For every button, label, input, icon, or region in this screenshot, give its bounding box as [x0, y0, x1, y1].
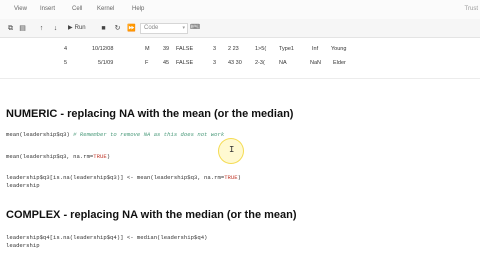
copy-icon[interactable]: ⧉ — [5, 23, 16, 34]
arrow-down-icon[interactable]: ↓ — [50, 23, 61, 34]
numeric-heading: NUMERIC - replacing NA with the mean (or… — [6, 108, 294, 120]
trusted-indicator[interactable]: Trust — [465, 6, 478, 12]
menu-view[interactable]: View — [14, 6, 27, 12]
table-cell: 43 30 — [228, 60, 242, 66]
table-cell: FALSE — [176, 46, 194, 52]
code-text: ) — [106, 153, 111, 160]
menu-help[interactable]: Help — [132, 6, 144, 12]
code-cell-replace-median[interactable]: leadership$q4[is.na(leadership$q4)] <- m… — [6, 234, 207, 241]
table-cell: 2 23 — [228, 46, 239, 52]
table-cell: FALSE — [176, 60, 194, 66]
code-cell-mean[interactable]: mean(leadership$q3) # Remember to remove… — [6, 131, 224, 138]
text-cursor-icon: I — [229, 145, 235, 155]
code-line[interactable]: leadership — [6, 242, 40, 249]
code-comment: # Remember to remove NA as this does not… — [69, 131, 225, 138]
cell-divider — [0, 78, 480, 79]
table-cell: Elder — [333, 60, 346, 66]
table-cell: 5/1/09 — [98, 60, 114, 66]
code-text: ) — [237, 174, 241, 181]
restart-icon[interactable]: ↻ — [112, 23, 123, 34]
table-row: 5 5/1/09 F 45 FALSE 3 43 30 2-3( NA NaN … — [0, 56, 480, 70]
table-cell: M — [145, 46, 150, 52]
command-palette-icon[interactable]: ⌨ — [190, 22, 200, 34]
run-button[interactable]: ▶ Run — [68, 23, 86, 34]
chevron-down-icon: ▾ — [182, 25, 185, 31]
cell-type-select[interactable]: Code ▾ — [140, 23, 188, 34]
play-icon: ▶ — [68, 25, 73, 31]
code-literal: TRUE — [93, 153, 107, 160]
fast-forward-icon[interactable]: ⏩ — [126, 23, 137, 34]
table-cell: 5 — [64, 60, 68, 66]
table-cell: 4 — [64, 46, 68, 52]
menu-insert[interactable]: Insert — [40, 6, 55, 12]
arrow-up-icon[interactable]: ↑ — [36, 23, 47, 34]
code-text: leadership$q3[is.na(leadership$q3)] <- m… — [6, 174, 225, 181]
table-cell: Inf — [312, 46, 319, 52]
table-cell: 3 — [213, 60, 217, 66]
code-literal: TRUE — [224, 174, 238, 181]
table-cell: F — [145, 60, 149, 66]
run-label: Run — [74, 25, 86, 31]
stop-icon[interactable]: ■ — [98, 23, 109, 34]
table-cell: NaN — [310, 60, 322, 66]
table-cell: 3 — [213, 46, 217, 52]
table-cell: 1>5( — [255, 46, 267, 52]
table-cell: NA — [279, 60, 287, 66]
menu-bar: View Insert Cell Kernel Help Trust — [0, 0, 480, 19]
menu-cell[interactable]: Cell — [72, 6, 82, 12]
code-line[interactable]: leadership — [6, 182, 40, 189]
table-cell: Young — [331, 46, 347, 52]
table-row: 4 10/12/08 M 39 FALSE 3 2 23 1>5( Type1 … — [0, 42, 480, 56]
code-cell-mean-narm[interactable]: mean(leadership$q3, na.rm=TRUE) — [6, 153, 110, 160]
code-text: mean(leadership$q3, na.rm= — [6, 153, 94, 160]
table-cell: 45 — [163, 60, 170, 66]
table-cell: Type1 — [279, 46, 294, 52]
cell-type-value: Code — [144, 25, 159, 31]
toolbar: ⧉ ▤ ↑ ↓ ▶ Run ■ ↻ ⏩ Code ▾ ⌨ — [0, 19, 480, 38]
complex-heading: COMPLEX - replacing NA with the median (… — [6, 209, 297, 221]
table-cell: 2-3( — [255, 60, 265, 66]
code-cell-replace-mean[interactable]: leadership$q3[is.na(leadership$q3)] <- m… — [6, 174, 241, 181]
table-cell: 39 — [163, 46, 170, 52]
menu-kernel[interactable]: Kernel — [97, 6, 114, 12]
paste-icon[interactable]: ▤ — [17, 23, 28, 34]
table-cell: 10/12/08 — [92, 46, 114, 52]
data-table: 4 10/12/08 M 39 FALSE 3 2 23 1>5( Type1 … — [0, 40, 480, 72]
code-text: mean(leadership$q3) — [6, 131, 70, 138]
